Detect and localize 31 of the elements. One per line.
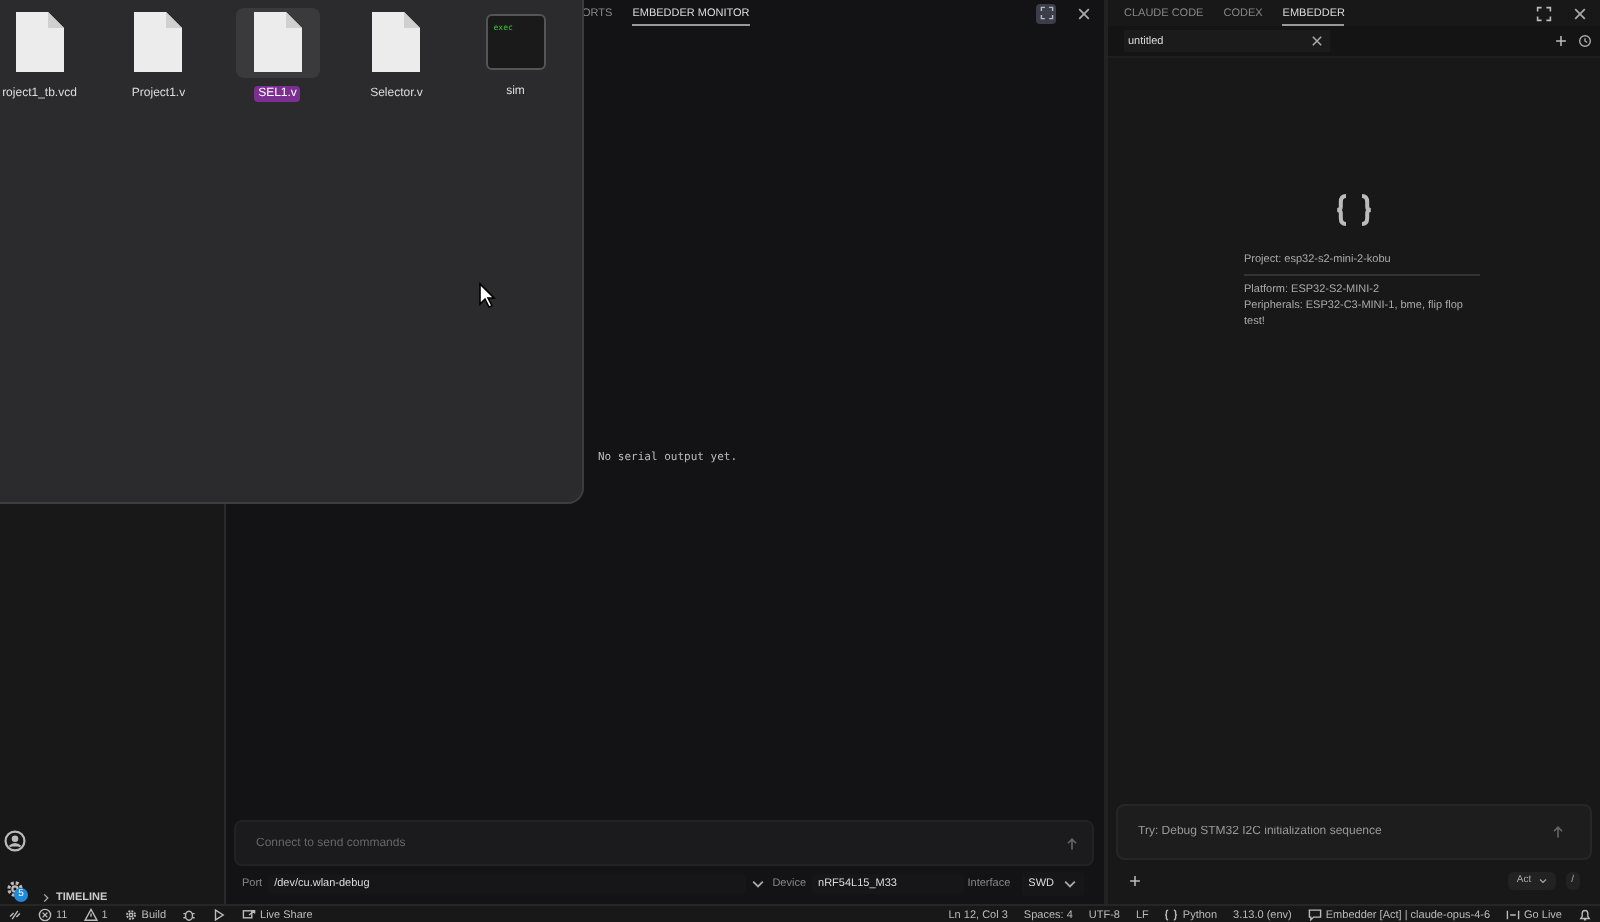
chat-icon: [1307, 908, 1322, 922]
remote-icon[interactable]: [8, 908, 22, 922]
send-icon[interactable]: [1064, 835, 1080, 851]
close-icon[interactable]: [1310, 34, 1324, 48]
close-icon[interactable]: [1076, 5, 1092, 21]
maximize-icon[interactable]: [1536, 5, 1552, 21]
maximize-icon: [1039, 6, 1053, 20]
add-icon[interactable]: [1128, 873, 1142, 887]
chevron-icon: [40, 892, 52, 904]
mouse-pointer-icon: [478, 282, 496, 308]
warning-icon: [83, 908, 98, 922]
broadcast-icon: [1506, 908, 1521, 922]
maximize-button[interactable]: [1036, 3, 1056, 23]
send-icon[interactable]: [1550, 824, 1566, 840]
share-icon: [242, 908, 257, 922]
gear-icon: [123, 908, 138, 922]
bug-icon[interactable]: [182, 908, 197, 922]
braces-icon: [1164, 908, 1179, 922]
document-icon: [235, 8, 320, 78]
bell-icon[interactable]: [1578, 908, 1592, 922]
dropdown-chevron-icon[interactable]: [750, 875, 767, 891]
chevron-icon: [1062, 875, 1078, 891]
braces-icon: [1334, 190, 1374, 230]
play-icon[interactable]: [212, 908, 227, 922]
account-icon[interactable]: [4, 830, 26, 852]
close-icon[interactable]: [1572, 5, 1588, 21]
chevron-icon: [1537, 875, 1548, 885]
error-icon: [38, 908, 52, 922]
add-icon[interactable]: [1554, 34, 1568, 48]
settings-icon[interactable]: [4, 878, 26, 900]
history-icon[interactable]: [1578, 34, 1592, 48]
